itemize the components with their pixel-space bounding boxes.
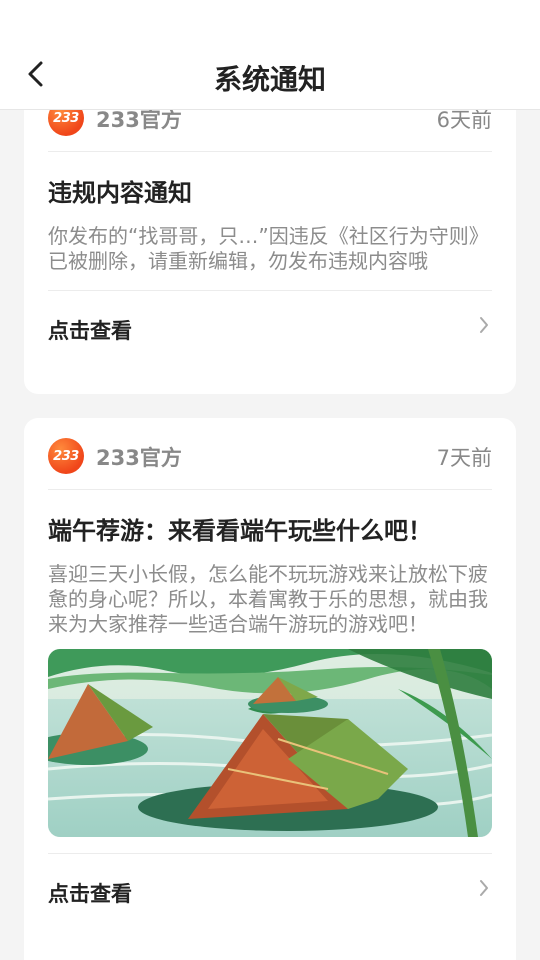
notification-body: 你发布的“找哥哥，只…”因违反《社区行为守则》已被删除，请重新编辑，勿发布违规内… — [48, 224, 492, 291]
publisher-logo: 233 — [48, 110, 84, 136]
view-details-label: 点击查看 — [48, 882, 132, 906]
view-details-label: 点击查看 — [48, 319, 132, 343]
status-bar — [0, 0, 540, 40]
notification-card[interactable]: 233 233官方 7天前 端午荐游：来看看端午玩些什么吧！ 喜迎三天小长假，怎… — [24, 418, 516, 960]
publisher-logo-text: 233 — [53, 110, 79, 126]
chevron-right-icon — [480, 880, 488, 896]
publisher-logo: 233 — [48, 438, 84, 474]
timestamp: 6天前 — [436, 110, 492, 132]
dragon-boat-zongzi-banner-image[interactable] — [48, 649, 492, 837]
notification-title: 违规内容通知 — [48, 179, 192, 207]
zongzi-illustration — [48, 649, 492, 837]
publisher-name: 233官方 — [96, 110, 182, 132]
card-header: 233 233官方 6天前 — [48, 110, 492, 152]
timestamp: 7天前 — [436, 446, 492, 470]
notification-list[interactable]: 233 233官方 6天前 违规内容通知 你发布的“找哥哥，只…”因违反《社区行… — [0, 110, 540, 960]
chevron-right-icon — [480, 317, 488, 333]
card-header: 233 233官方 7天前 — [48, 418, 492, 490]
notification-body: 喜迎三天小长假，怎么能不玩玩游戏来让放松下疲惫的身心呢？所以，本着寓教于乐的思想… — [48, 562, 488, 636]
notification-title: 端午荐游：来看看端午玩些什么吧！ — [48, 517, 432, 545]
page-title: 系统通知 — [213, 63, 326, 96]
publisher-name: 233官方 — [96, 446, 182, 470]
nav-bar: 系统通知 — [0, 40, 540, 110]
publisher-logo-text: 233 — [53, 448, 79, 464]
view-details-button[interactable]: 点击查看 — [48, 853, 492, 925]
view-details-button[interactable]: 点击查看 — [48, 291, 492, 363]
notification-card[interactable]: 233 233官方 6天前 违规内容通知 你发布的“找哥哥，只…”因违反《社区行… — [24, 110, 516, 394]
